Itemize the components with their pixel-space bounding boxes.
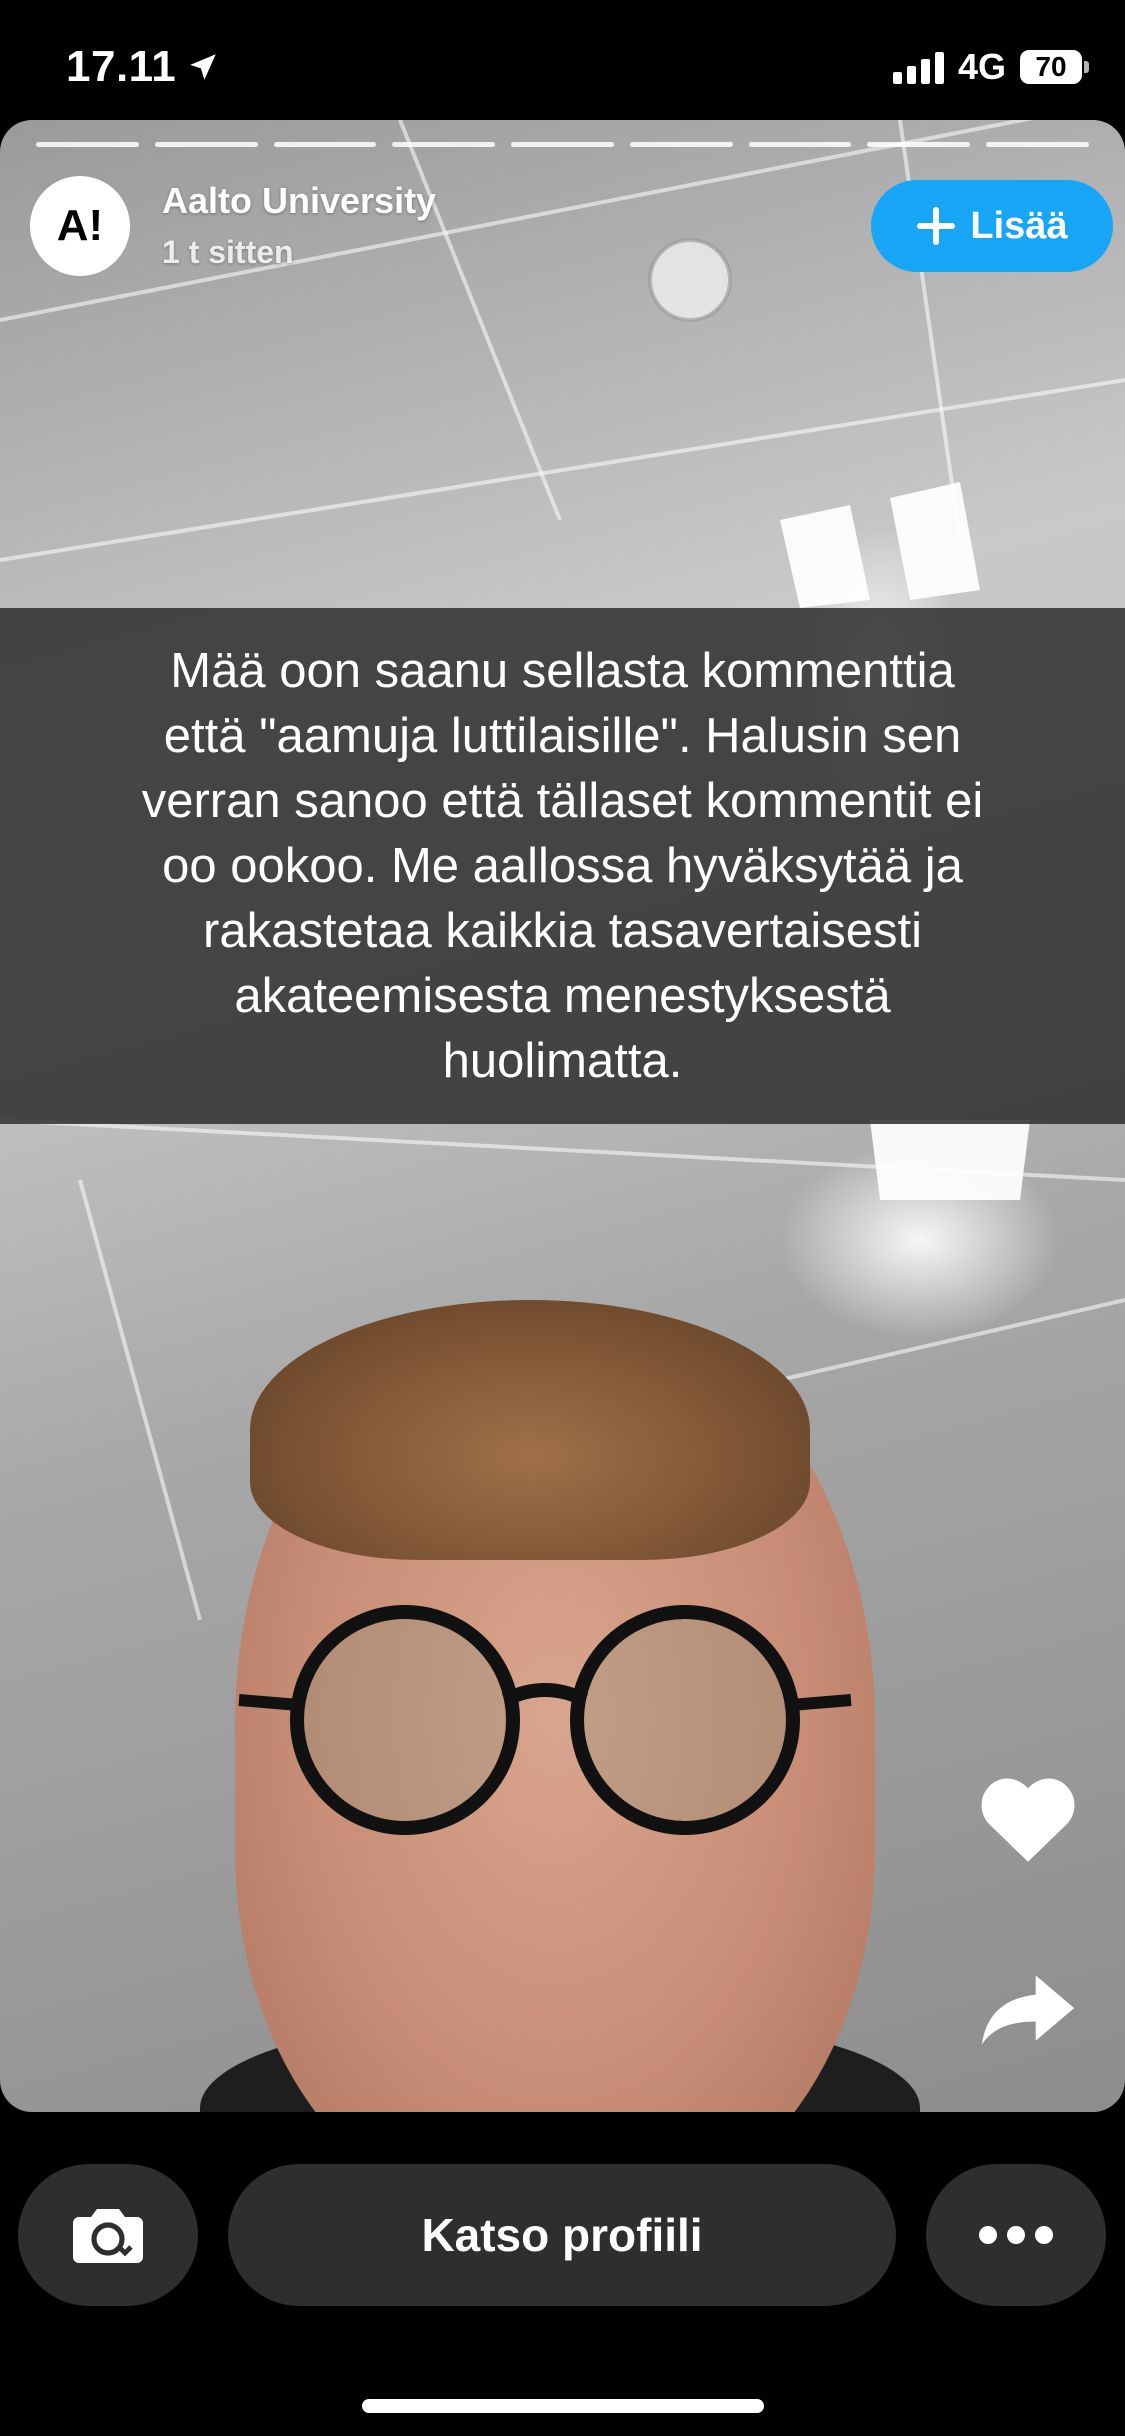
story-viewer[interactable]: A! Aalto University 1 t sitten Lisää Mää… <box>0 120 1125 2112</box>
cellular-signal-icon <box>892 50 944 84</box>
home-indicator[interactable] <box>362 2399 764 2413</box>
battery-level: 70 <box>1020 50 1082 84</box>
battery-icon: 70 <box>1020 50 1089 84</box>
add-button-label: Lisää <box>970 204 1068 247</box>
more-options-button[interactable] <box>926 2164 1106 2306</box>
plus-icon <box>917 207 956 245</box>
story-author-name[interactable]: Aalto University <box>162 180 436 222</box>
status-time: 17.11 <box>66 42 220 92</box>
location-arrow-icon <box>190 54 216 80</box>
story-timestamp: 1 t sitten <box>162 234 294 270</box>
more-dots-icon <box>979 2226 997 2244</box>
network-type: 4G <box>957 46 1006 87</box>
share-arrow-icon[interactable] <box>978 1970 1078 2050</box>
heart-icon[interactable] <box>978 1772 1078 1864</box>
time-text: 17.11 <box>66 42 177 91</box>
status-bar: 17.11 4G 70 <box>0 0 1125 120</box>
add-button[interactable]: Lisää <box>871 180 1113 272</box>
story-progress-bar <box>36 142 1090 147</box>
person-hair <box>250 1300 810 1560</box>
story-caption: Mää oon saanu sellasta kommenttia että "… <box>141 643 984 1088</box>
avatar[interactable]: A! <box>30 176 130 276</box>
glasses <box>238 1605 852 1835</box>
status-indicators: 4G 70 <box>892 46 1089 88</box>
story-caption-band: Mää oon saanu sellasta kommenttia että "… <box>0 608 1125 1124</box>
camera-flip-icon <box>73 2209 143 2263</box>
camera-flip-button[interactable] <box>18 2164 198 2306</box>
view-profile-button[interactable]: Katso profiili <box>228 2164 896 2306</box>
